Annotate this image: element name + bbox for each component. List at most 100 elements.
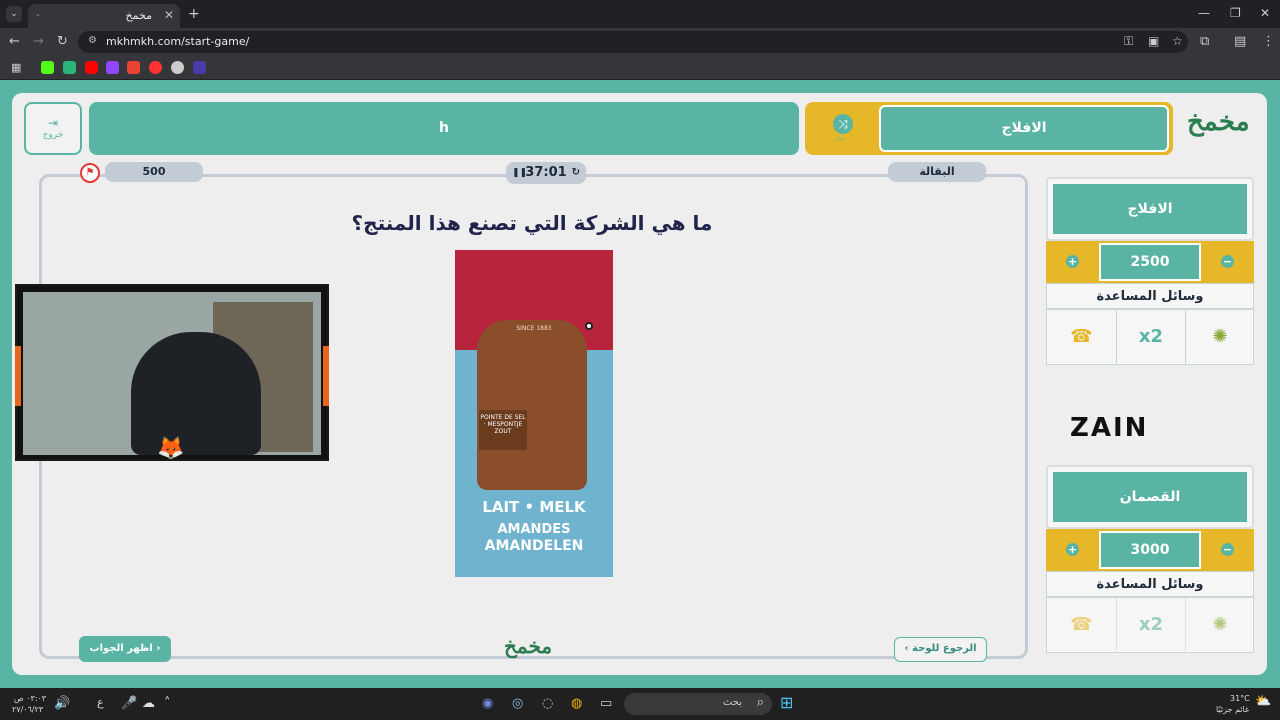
report-flag-icon[interactable]: ⚑ — [80, 163, 100, 183]
language-indicator[interactable]: ع — [97, 696, 104, 709]
webcam-accent-left — [15, 346, 21, 406]
site-info-icon[interactable]: ⚙ — [88, 35, 97, 46]
team-1-score-row: + 2500 − — [1046, 241, 1254, 283]
question-points: 500 — [105, 162, 203, 182]
weather-icon[interactable]: ⛅ — [1255, 694, 1271, 709]
double-points-icon[interactable]: x2 — [1116, 310, 1185, 364]
bookmark-gmail-icon[interactable] — [127, 61, 140, 74]
browser-menu-icon[interactable]: ⋮ — [1262, 34, 1275, 49]
reload-icon[interactable]: ↻ — [57, 34, 68, 49]
game-page: ⇥ خروج h ⤨ بدل الافلاج مخمخ ⚑ 500 ❚❚ 37:… — [0, 80, 1280, 688]
question-text: ما هي الشركة التي تصنع هذا المنتج؟ — [351, 211, 713, 235]
team-1-aids: ☎ x2 ✺ — [1046, 309, 1254, 365]
show-hidden-icons-icon[interactable]: ˄ — [164, 696, 171, 711]
weather-desc: غائم جزئيًا — [1216, 705, 1250, 714]
webcam-accent-right — [323, 346, 329, 406]
team-1-minus-button[interactable]: − — [1221, 255, 1234, 268]
tab-close-icon[interactable]: ✕ — [164, 8, 174, 22]
new-tab-icon[interactable]: + — [188, 6, 200, 22]
bookmark-green-icon[interactable] — [63, 61, 76, 74]
back-to-board-button[interactable]: ‹ الرجوع للوحة — [894, 637, 987, 662]
swap-label: بدل — [835, 135, 845, 142]
team-2-name-box: القصمان — [1046, 465, 1254, 529]
product-amandes: AMANDES — [497, 522, 571, 537]
bookmark-twitch-icon[interactable] — [106, 61, 119, 74]
steam-icon[interactable]: ◎ — [512, 696, 523, 711]
cast-icon[interactable]: ▣ — [1148, 34, 1159, 48]
bookmark-star-icon[interactable]: ☆ — [1172, 34, 1183, 48]
chrome-icon[interactable]: ◍ — [571, 696, 582, 711]
team-2-aids: ☎ x2 ✺ — [1046, 597, 1254, 653]
team-2-name: القصمان — [1053, 472, 1247, 522]
profile-icon[interactable]: ▤ — [1234, 34, 1246, 49]
bookmark-kick-icon[interactable] — [41, 61, 54, 74]
tab-search-dropdown-icon[interactable]: ⌄ — [6, 6, 22, 22]
call-friend-icon[interactable]: ☎ — [1047, 598, 1116, 652]
mouse-cursor-icon — [585, 322, 593, 330]
fox-mascot-icon: 🦊 — [157, 436, 185, 461]
swap-turn-icon[interactable]: ⤨ — [833, 114, 853, 134]
restore-icon[interactable]: ❐ — [1230, 6, 1241, 20]
minimize-icon[interactable]: — — [1198, 6, 1210, 20]
product-lait: LAIT • MELK — [482, 498, 586, 516]
address-bar[interactable]: ⚙ mkhmkh.com/start-game/ ⚿ ▣ ☆ — [78, 31, 1188, 53]
back-icon[interactable]: ← — [9, 34, 20, 49]
call-friend-icon[interactable]: ☎ — [1047, 310, 1116, 364]
hole-aid-icon[interactable]: ✺ — [1185, 310, 1254, 364]
show-answer-label: اظهر الجواب — [89, 643, 153, 654]
microphone-icon[interactable]: 🎤 — [121, 696, 137, 711]
team-1-aids-title: وسائل المساعدة — [1046, 283, 1254, 309]
app-icon[interactable]: ◌ — [542, 696, 553, 711]
team-1-name: الافلاج — [1053, 184, 1247, 234]
weather-temp: 31°C — [1230, 694, 1250, 703]
sponsor-logo: ZAIN — [1070, 413, 1149, 443]
webcam-frame — [23, 292, 321, 455]
double-points-icon[interactable]: x2 — [1116, 598, 1185, 652]
exit-button[interactable]: ⇥ خروج — [24, 102, 82, 155]
product-pointe: POINTE DE SEL · MESPONTJE ZOUT — [479, 410, 527, 450]
question-category: البقالة — [888, 162, 986, 182]
clock-time: ٠٣:٠٣ ص — [14, 694, 47, 703]
team-2-minus-button[interactable]: − — [1221, 543, 1234, 556]
tab-title: مخمخ — [125, 9, 152, 22]
discord-icon[interactable]: ◉ — [482, 696, 493, 711]
file-explorer-icon[interactable]: ▭ — [600, 696, 612, 711]
reset-timer-icon[interactable]: ↻ — [572, 162, 580, 184]
current-team-name: الافلاج — [879, 105, 1169, 152]
site-logo[interactable]: مخمخ — [1187, 107, 1259, 147]
team-1-score: 2500 — [1099, 243, 1201, 281]
extensions-icon[interactable]: ⧉ — [1200, 34, 1209, 49]
bookmark-purple-icon[interactable] — [193, 61, 206, 74]
apps-grid-icon[interactable]: ▦ — [11, 61, 24, 74]
pause-icon[interactable]: ❚❚ — [512, 162, 527, 184]
bookmark-red-icon[interactable] — [149, 61, 162, 74]
product-amandelen: AMANDELEN — [484, 538, 584, 554]
exit-label: خروج — [42, 130, 64, 140]
timer: ❚❚ 37:01 ↻ — [506, 162, 586, 184]
hole-aid-icon[interactable]: ✺ — [1185, 598, 1254, 652]
bookmark-grey-icon[interactable] — [171, 61, 184, 74]
team-2-score: 3000 — [1099, 531, 1201, 569]
bookmark-youtube-icon[interactable] — [85, 61, 98, 74]
product-chocolate — [477, 320, 587, 490]
team-1-plus-button[interactable]: + — [1066, 255, 1079, 268]
clock-date: ٢٧/٠٦/٢٣ — [12, 705, 44, 714]
timer-value: 37:01 — [525, 165, 567, 180]
password-key-icon[interactable]: ⚿ — [1124, 34, 1133, 49]
onedrive-icon[interactable]: ☁ — [142, 696, 155, 711]
show-answer-button[interactable]: اظهر الجواب › — [79, 636, 171, 662]
address-url: mkhmkh.com/start-game/ — [106, 35, 250, 48]
current-team-panel: ⤨ بدل الافلاج — [805, 102, 1173, 155]
browser-toolbar: ← → ↻ ⚙ mkhmkh.com/start-game/ ⚿ ▣ ☆ ⧉ ▤… — [0, 28, 1280, 56]
start-icon[interactable]: ⊞ — [780, 693, 793, 712]
search-icon: ⌕ — [756, 695, 764, 710]
product-image: SINCE 1883 POINTE DE SEL · MESPONTJE ZOU… — [455, 250, 613, 577]
forward-icon[interactable]: → — [33, 34, 44, 49]
window-close-icon[interactable]: ✕ — [1260, 6, 1270, 20]
browser-tab[interactable]: - مخمخ ✕ — [28, 4, 180, 28]
team-2-aids-title: وسائل المساعدة — [1046, 571, 1254, 597]
bottom-logo: مخمخ — [504, 634, 553, 658]
team-2-plus-button[interactable]: + — [1066, 543, 1079, 556]
taskbar-search[interactable]: بحث ⌕ — [624, 693, 772, 715]
volume-icon[interactable]: 🔊 — [54, 696, 70, 711]
